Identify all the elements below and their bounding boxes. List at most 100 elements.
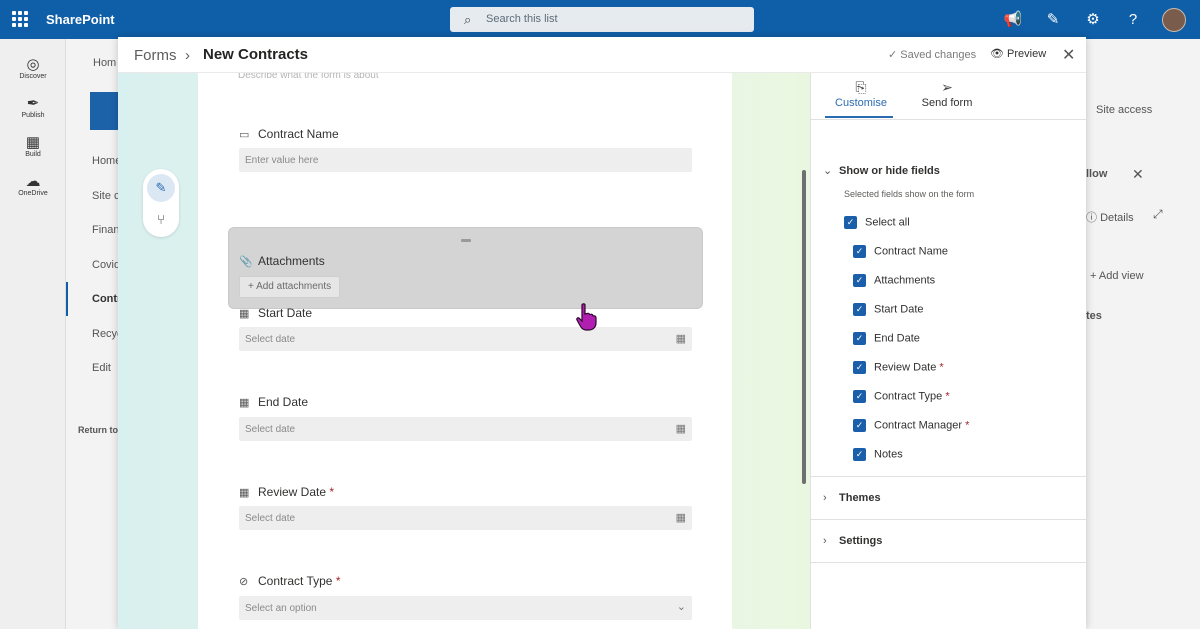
- required-mark: *: [939, 361, 944, 374]
- preview-button[interactable]: 👁 Preview: [990, 47, 1046, 60]
- checkbox-checked-icon: ✓: [853, 245, 866, 258]
- field-checkbox-start-date[interactable]: ✓ Start Date: [853, 303, 924, 316]
- bg-details: ⓘ Details: [1086, 212, 1134, 224]
- checkbox-checked-icon: ✓: [853, 332, 866, 345]
- brand-name[interactable]: SharePoint: [46, 12, 115, 27]
- section-title: Themes: [839, 492, 881, 504]
- field-checkbox-notes[interactable]: ✓ Notes: [853, 448, 903, 461]
- bg-expand-icon: ⤢: [1153, 207, 1163, 221]
- end-date-input[interactable]: Select date ▦: [239, 417, 692, 441]
- calendar-icon[interactable]: ▦: [676, 422, 686, 435]
- rail-item-build[interactable]: ▦ Build: [0, 134, 66, 159]
- eye-icon: 👁: [990, 48, 1004, 60]
- required-mark: *: [329, 485, 335, 499]
- checkbox-checked-icon: ✓: [853, 390, 866, 403]
- rail-item-publish[interactable]: ✒ Publish: [0, 95, 66, 120]
- edit-pencil-icon[interactable]: ✎: [147, 174, 175, 202]
- help-icon[interactable]: ?: [1122, 9, 1144, 31]
- bg-nav-item: Edit: [92, 362, 111, 374]
- bg-nav-item: Return to: [78, 425, 118, 435]
- tab-send-form[interactable]: ➢ Send form: [915, 79, 979, 109]
- field-checkbox-attachments[interactable]: ✓ Attachments: [853, 274, 935, 287]
- checkbox-label: Contract Manager: [874, 419, 963, 432]
- add-attachments-button[interactable]: + Add attachments: [239, 276, 341, 298]
- customise-panel: ⎘ Customise ➢ Send form ⌄ Show or hide fi…: [810, 73, 1087, 629]
- tab-divider: [811, 119, 1087, 120]
- close-icon[interactable]: ✕: [1062, 45, 1075, 65]
- hand-cursor-icon: [576, 303, 597, 331]
- required-mark: *: [965, 419, 970, 432]
- breadcrumb-forms[interactable]: Forms: [134, 47, 177, 64]
- canvas-scrollbar[interactable]: [802, 170, 806, 484]
- branching-icon[interactable]: ⑂: [147, 206, 175, 234]
- choice-check-icon: ⊘: [239, 576, 249, 588]
- active-tab-indicator: [825, 116, 893, 118]
- calendar-icon: ▦: [239, 397, 250, 409]
- search-icon: ⌕: [464, 12, 472, 27]
- bg-site-access: Site access: [1096, 104, 1153, 116]
- chevron-right-icon: ›: [823, 492, 827, 504]
- add-attachments-label: Add attachments: [256, 281, 332, 292]
- show-hide-fields-header[interactable]: ⌄ Show or hide fields: [823, 164, 940, 177]
- select-placeholder: Select an option: [245, 603, 317, 614]
- checkbox-checked-icon: ✓: [853, 303, 866, 316]
- themes-section-header[interactable]: › Themes: [823, 492, 881, 504]
- input-placeholder: Select date: [245, 513, 296, 524]
- contract-name-input[interactable]: Enter value here: [239, 148, 692, 172]
- app-rail: ◎ Discover ✒ Publish ▦ Build ☁ OneDrive: [0, 39, 66, 629]
- field-label-text: End Date: [258, 395, 309, 409]
- select-all-checkbox[interactable]: ✓ Select all: [844, 216, 910, 229]
- rail-item-discover[interactable]: ◎ Discover: [0, 57, 66, 81]
- checkbox-label: Review Date: [874, 361, 937, 374]
- calendar-icon[interactable]: ▦: [676, 511, 686, 524]
- calendar-icon[interactable]: ▦: [676, 332, 686, 345]
- rail-item-label: OneDrive: [18, 190, 48, 197]
- calendar-icon: ▦: [239, 487, 250, 499]
- customise-icon: ⎘: [855, 79, 867, 95]
- start-date-input[interactable]: Select date ▦: [239, 327, 692, 351]
- field-checkbox-review-date[interactable]: ✓ Review Date *: [853, 361, 944, 374]
- chevron-right-icon: ›: [823, 535, 827, 547]
- attachments-field-card[interactable]: 📎 Attachments + Add attachments: [228, 227, 703, 309]
- settings-section-header[interactable]: › Settings: [823, 535, 882, 547]
- preview-label: Preview: [1007, 48, 1047, 60]
- field-label-text: Contract Type: [258, 574, 333, 588]
- megaphone-icon[interactable]: 📢: [1002, 9, 1024, 31]
- pen-icon: ✒: [26, 95, 40, 112]
- field-checkbox-contract-manager[interactable]: ✓ Contract Manager *: [853, 419, 969, 432]
- field-start-date-label: ▦ Start Date: [239, 306, 312, 320]
- section-title: Show or hide fields: [839, 165, 940, 177]
- checkbox-label: Attachments: [874, 274, 936, 287]
- input-placeholder: Select date: [245, 424, 296, 435]
- calendar-icon: ▦: [239, 308, 250, 320]
- settings-gear-icon[interactable]: ⚙: [1082, 9, 1104, 31]
- contract-type-select[interactable]: Select an option ⌄: [239, 596, 692, 620]
- check-icon: ✓: [888, 49, 898, 61]
- section-divider: [811, 519, 1087, 520]
- suite-actions: 📢 ✎ ⚙ ?: [1002, 8, 1186, 32]
- field-checkbox-contract-type[interactable]: ✓ Contract Type *: [853, 390, 950, 403]
- bg-col-header: tes: [1086, 310, 1102, 322]
- grid-icon: ▦: [25, 134, 41, 151]
- review-date-input[interactable]: Select date ▦: [239, 506, 692, 530]
- feedback-icon[interactable]: ✎: [1042, 9, 1064, 31]
- chevron-down-icon: ⌄: [676, 601, 686, 613]
- bg-add-view-label: Add view: [1098, 270, 1144, 282]
- tab-send-form-label: Send form: [921, 97, 973, 109]
- avatar[interactable]: [1162, 8, 1186, 32]
- field-contract-type-label: ⊘ Contract Type *: [239, 574, 341, 588]
- checkbox-checked-icon: ✓: [853, 274, 866, 287]
- field-checkbox-contract-name[interactable]: ✓ Contract Name: [853, 245, 948, 258]
- rail-item-onedrive[interactable]: ☁ OneDrive: [0, 174, 66, 198]
- modal-header: Forms › New Contracts ✓ Saved changes 👁 …: [118, 37, 1086, 73]
- app-launcher-icon[interactable]: [12, 11, 28, 27]
- search-box[interactable]: ⌕ Search this list: [450, 7, 754, 32]
- rail-item-label: Build: [25, 151, 41, 158]
- drag-handle-icon[interactable]: [461, 239, 471, 242]
- tab-customise[interactable]: ⎘ Customise: [831, 79, 891, 109]
- field-end-date-label: ▦ End Date: [239, 395, 308, 409]
- form-title: New Contracts: [203, 46, 309, 63]
- field-checkbox-end-date[interactable]: ✓ End Date: [853, 332, 920, 345]
- section-divider: [811, 476, 1087, 477]
- background-nav-active-indicator: [66, 282, 68, 316]
